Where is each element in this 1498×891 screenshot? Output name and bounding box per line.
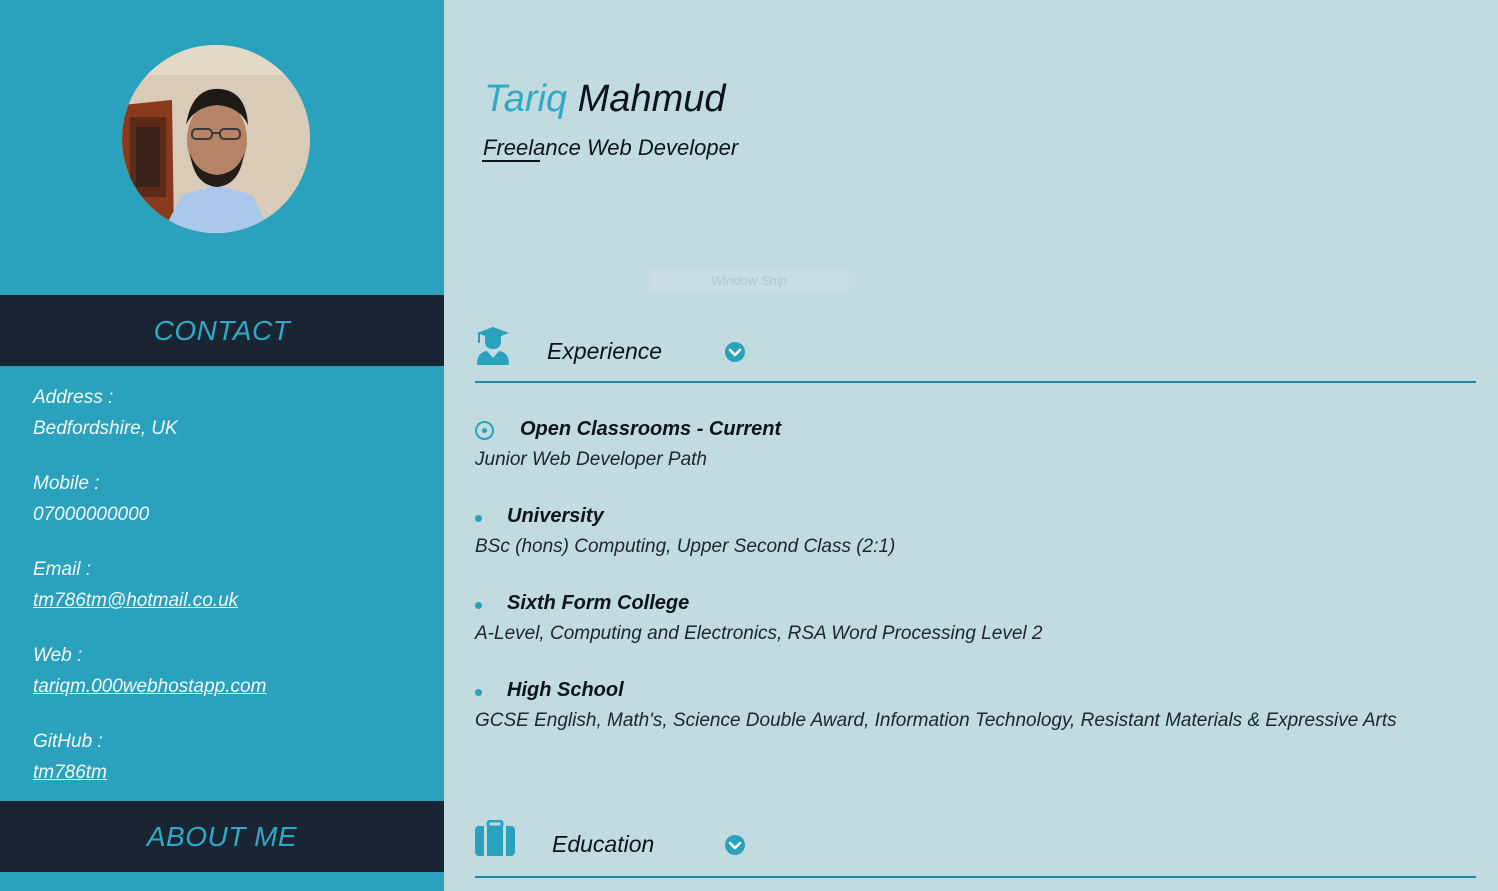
main-content: Tariq Mahmud Freelance Web Developer Win… xyxy=(444,0,1498,891)
last-name: Mahmud xyxy=(577,78,726,120)
web-link[interactable]: tariqm.000webhostapp.com xyxy=(33,671,433,702)
list-item: Sixth Form College A-Level, Computing an… xyxy=(475,592,1475,679)
entry-detail: GCSE English, Math's, Science Double Awa… xyxy=(475,710,1397,731)
contact-web: Web : tariqm.000webhostapp.com xyxy=(33,640,433,702)
chevron-down-icon[interactable] xyxy=(725,835,745,855)
list-item: University BSc (hons) Computing, Upper S… xyxy=(475,505,1475,592)
web-label: Web : xyxy=(33,645,83,666)
contact-mobile: Mobile : 07000000000 xyxy=(33,468,433,530)
role-underline xyxy=(482,160,540,162)
first-name: Tariq xyxy=(484,78,568,120)
contact-email: Email : tm786tm@hotmail.co.uk xyxy=(33,554,433,616)
snip-overlay: Window Snip xyxy=(649,270,849,292)
contact-heading: CONTACT xyxy=(0,295,444,366)
profile-role: Freelance Web Developer xyxy=(483,135,739,160)
experience-divider xyxy=(475,381,1476,383)
entry-title: High School xyxy=(507,679,624,701)
contact-address: Address : Bedfordshire, UK xyxy=(33,382,433,444)
entry-detail: BSc (hons) Computing, Upper Second Class… xyxy=(475,536,896,557)
bullet-icon xyxy=(475,689,482,696)
graduate-icon xyxy=(475,325,511,370)
contact-list: Address : Bedfordshire, UK Mobile : 0700… xyxy=(33,382,433,812)
chevron-down-icon[interactable] xyxy=(725,342,745,362)
github-label: GitHub : xyxy=(33,731,103,752)
bullet-icon xyxy=(475,602,482,609)
experience-list: Open Classrooms - Current Junior Web Dev… xyxy=(475,418,1475,766)
entry-title: University xyxy=(507,505,604,527)
education-divider xyxy=(475,876,1476,878)
avatar xyxy=(122,45,310,233)
mobile-label: Mobile : xyxy=(33,473,100,494)
about-heading-label: ABOUT ME xyxy=(146,820,298,852)
sidebar: CONTACT Address : Bedfordshire, UK Mobil… xyxy=(0,0,444,891)
experience-title: Experience xyxy=(547,338,663,364)
bullet-icon xyxy=(475,515,482,522)
list-item: High School GCSE English, Math's, Scienc… xyxy=(475,679,1475,766)
address-label: Address : xyxy=(33,387,114,408)
contact-heading-label: CONTACT xyxy=(153,314,291,346)
entry-detail: A-Level, Computing and Electronics, RSA … xyxy=(475,623,1043,644)
entry-detail: Junior Web Developer Path xyxy=(475,449,707,470)
experience-header: Experience xyxy=(475,325,1476,373)
education-header: Education xyxy=(475,819,1476,868)
about-heading: ABOUT ME xyxy=(0,801,444,872)
profile-name: Tariq Mahmud xyxy=(484,78,726,121)
github-link[interactable]: tm786tm xyxy=(33,757,433,788)
address-value: Bedfordshire, UK xyxy=(33,418,178,439)
briefcase-icon xyxy=(475,819,515,861)
email-link[interactable]: tm786tm@hotmail.co.uk xyxy=(33,585,433,616)
contact-github: GitHub : tm786tm xyxy=(33,726,433,788)
entry-title: Open Classrooms - Current xyxy=(520,418,782,440)
target-icon xyxy=(475,421,494,440)
list-item: Open Classrooms - Current Junior Web Dev… xyxy=(475,418,1475,505)
email-label: Email : xyxy=(33,559,92,580)
education-title: Education xyxy=(552,831,655,857)
mobile-value: 07000000000 xyxy=(33,504,150,525)
entry-title: Sixth Form College xyxy=(507,592,690,614)
